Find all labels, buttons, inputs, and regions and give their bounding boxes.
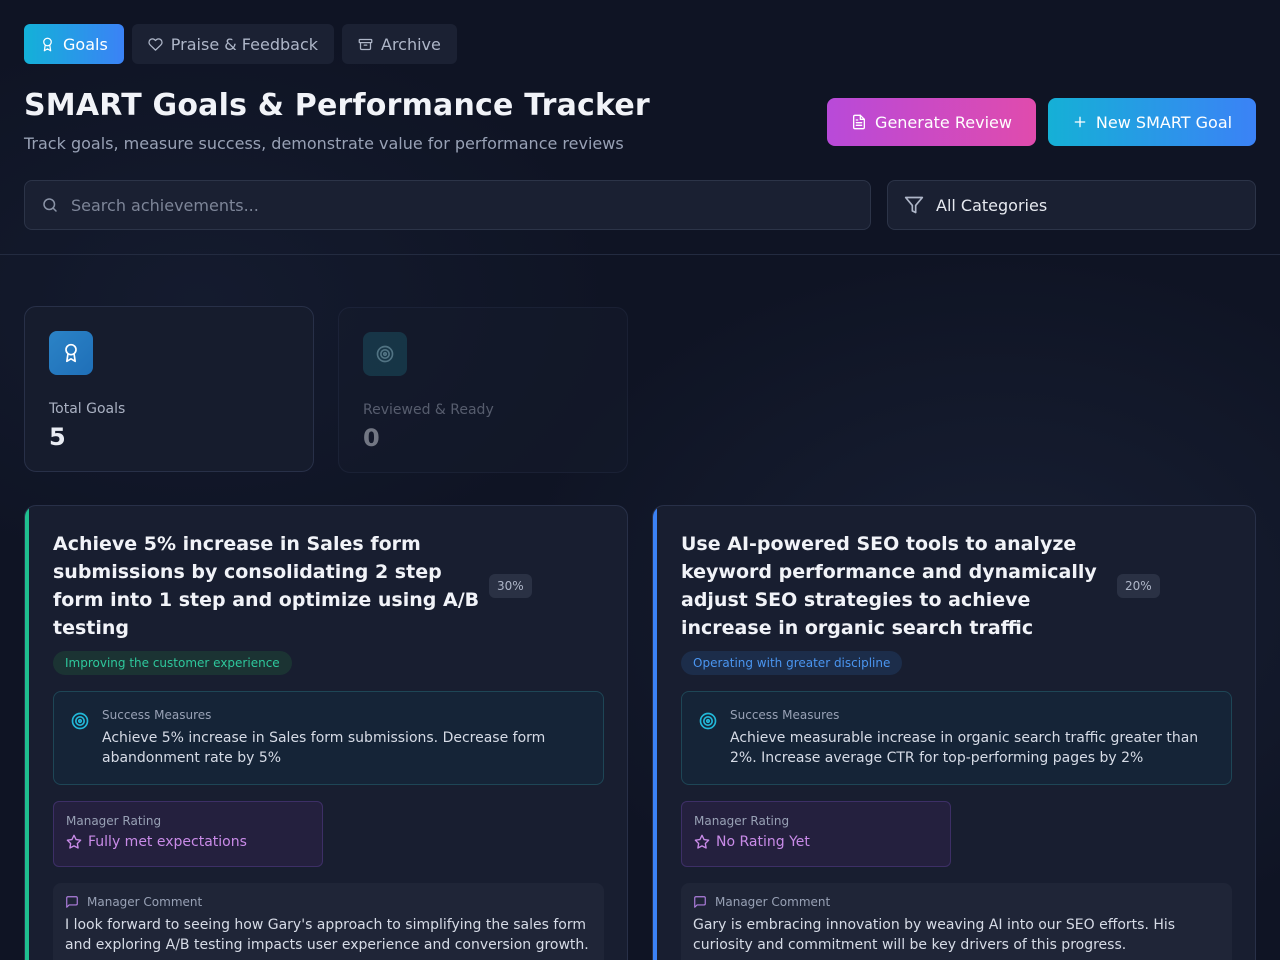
target-icon [699,712,717,730]
heart-icon [148,37,163,51]
new-smart-goal-label: New SMART Goal [1095,112,1233,132]
success-measures-box: Success Measures Achieve measurable incr… [681,691,1232,785]
generate-review-label: Generate Review [875,112,1012,132]
goal-title: Use AI-powered SEO tools to analyze keyw… [681,533,1097,639]
category-filter-value: All Categories [936,195,1048,215]
manager-comment-label: Manager Comment [693,895,1220,909]
manager-comment-label-text: Manager Comment [87,895,203,909]
tab-goals-label: Goals [63,34,108,54]
tab-archive[interactable]: Archive [342,24,457,64]
filter-icon [904,196,924,214]
manager-rating-text: No Rating Yet [716,834,810,850]
tab-praise-feedback[interactable]: Praise & Feedback [131,24,334,64]
manager-comment-label: Manager Comment [65,895,592,909]
manager-comment-label-text: Manager Comment [715,895,831,909]
generate-review-button[interactable]: Generate Review [827,98,1036,146]
manager-rating-label: Manager Rating [66,814,162,828]
tab-goals[interactable]: Goals [24,24,124,64]
award-icon [65,343,77,363]
manager-comment-box: Manager Comment I look forward to seeing… [53,883,604,960]
manager-comment-box: Manager Comment Gary is embracing innova… [681,883,1232,960]
goal-progress-badge: 30% [489,574,532,598]
document-icon [853,114,866,130]
message-square-icon [66,896,78,908]
archive-icon [358,38,373,50]
manager-comment-text: I look forward to seeing how Gary's appr… [65,917,589,953]
goal-card[interactable]: Use AI-powered SEO tools to analyze keyw… [652,505,1256,960]
search-input[interactable] [71,195,870,215]
manager-rating-text: Fully met expectations [88,834,247,850]
message-square-icon [694,896,706,908]
manager-rating-value: No Rating Yet [694,834,938,850]
stat-card-total-goals: Total Goals 5 [24,306,314,472]
tab-praise-feedback-label: Praise & Feedback [170,34,318,54]
goal-category-tag: Improving the customer experience [53,651,292,675]
star-icon [694,834,710,849]
stat-label: Total Goals [49,401,126,417]
page-title: SMART Goals & Performance Tracker [24,88,650,123]
manager-rating-value: Fully met expectations [66,834,310,850]
manager-comment-text: Gary is embracing innovation by weaving … [693,917,1176,953]
tab-bar: Goals Praise & Feedback Archive [24,24,457,64]
success-measures-text: Achieve measurable increase in organic s… [730,730,1199,766]
goal-card-accent-bar [653,506,657,960]
star-icon [66,834,82,849]
stat-icon-badge [363,332,407,376]
page-header: Goals Praise & Feedback Archive SMART Go… [0,0,1280,255]
target-icon [376,345,394,363]
award-icon [43,37,52,51]
goal-progress-badge: 20% [1117,574,1160,598]
goal-card[interactable]: Achieve 5% increase in Sales form submis… [24,505,628,960]
stat-icon-badge [49,331,93,375]
plus-icon [1074,116,1086,128]
stat-card-reviewed-ready: Reviewed & Ready 0 [338,307,628,473]
page-subtitle: Track goals, measure success, demonstrat… [24,134,624,153]
success-measures-text: Achieve 5% increase in Sales form submis… [102,730,546,766]
search-box [24,180,871,230]
manager-rating-box[interactable]: Manager Rating Fully met expectations [53,801,323,867]
target-icon [71,712,89,730]
new-smart-goal-button[interactable]: New SMART Goal [1048,98,1256,146]
manager-rating-box[interactable]: Manager Rating No Rating Yet [681,801,951,867]
tab-archive-label: Archive [381,34,441,54]
stat-value: 0 [363,424,380,452]
success-measures-label: Success Measures [730,708,840,722]
success-measures-box: Success Measures Achieve 5% increase in … [53,691,604,785]
stat-value: 5 [49,423,66,451]
manager-rating-label: Manager Rating [694,814,790,828]
goal-title: Achieve 5% increase in Sales form submis… [53,533,480,639]
search-icon [43,198,57,212]
goal-category-tag: Operating with greater discipline [681,651,903,675]
success-measures-label: Success Measures [102,708,212,722]
goal-card-accent-bar [25,506,29,960]
stat-label: Reviewed & Ready [363,402,494,418]
category-filter-select[interactable]: All Categories [887,180,1256,230]
